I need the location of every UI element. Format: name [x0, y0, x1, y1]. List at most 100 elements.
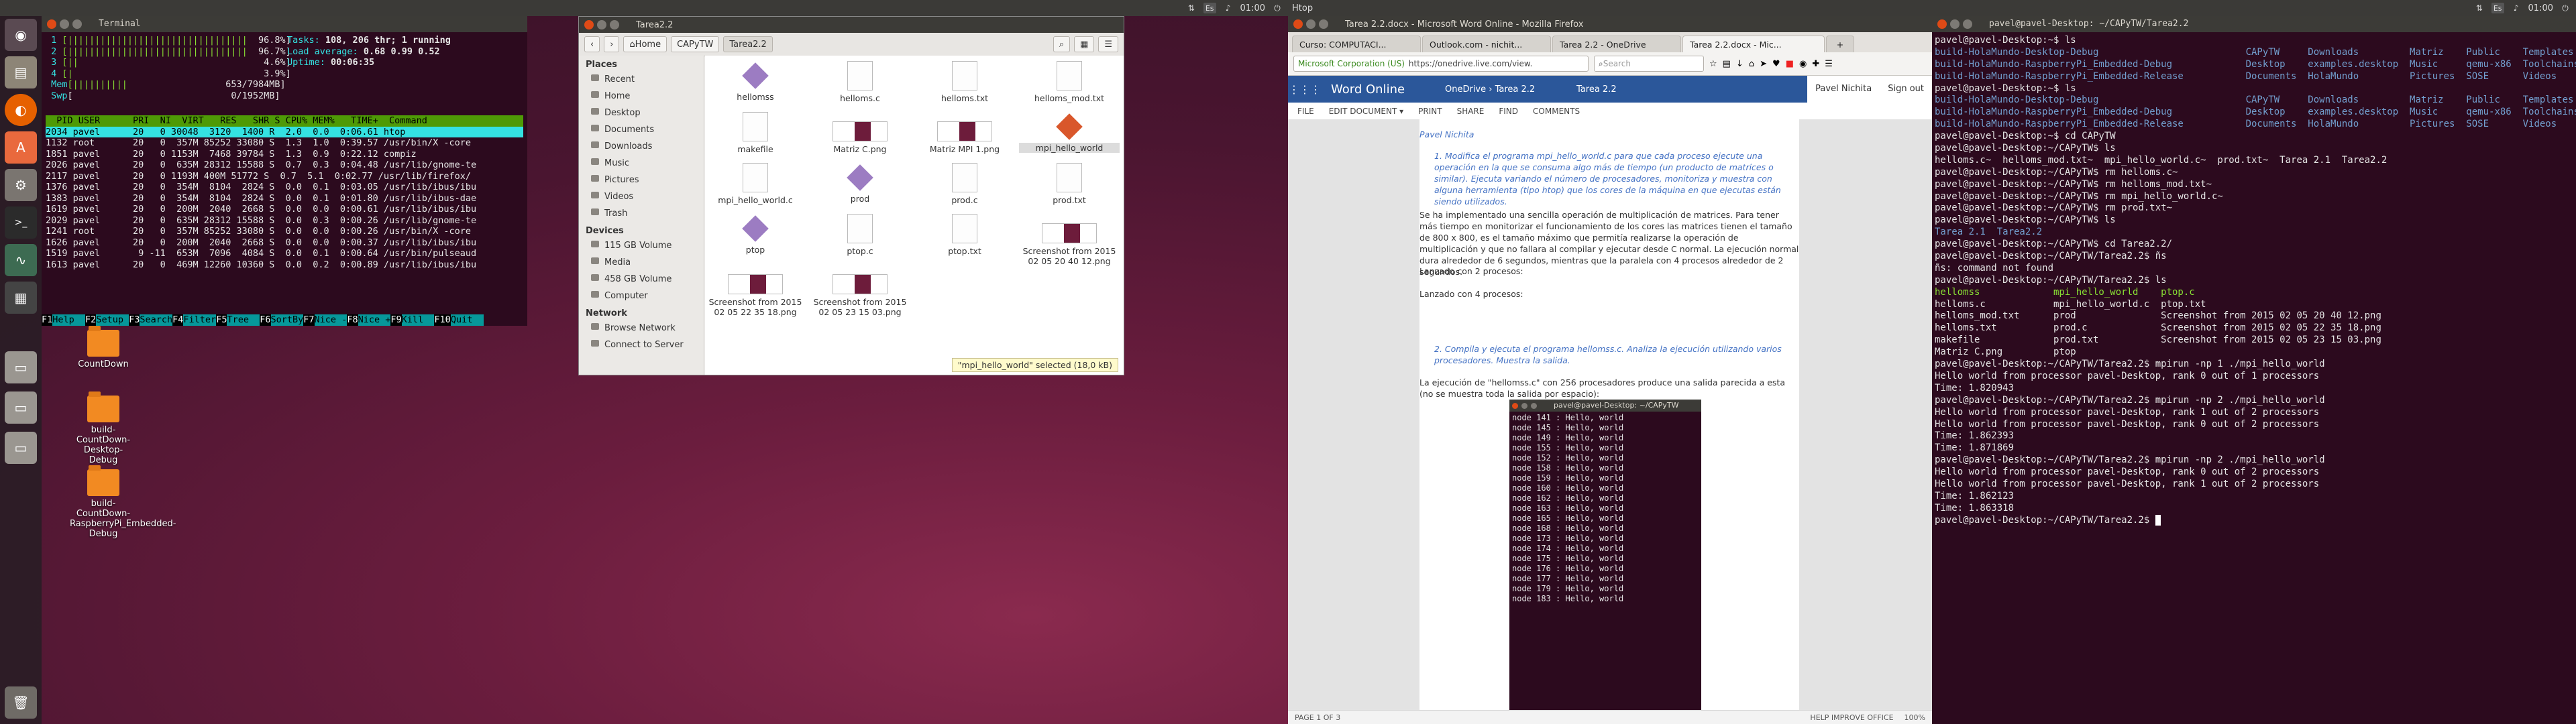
- sidebar-item[interactable]: Trash: [579, 205, 704, 222]
- close-icon[interactable]: [47, 19, 56, 29]
- keyboard-indicator[interactable]: Es: [2491, 3, 2504, 13]
- htop-window[interactable]: Terminal 1 [||||||||||||||||||||||||||||…: [42, 16, 527, 326]
- terminal-output[interactable]: pavel@pavel-Desktop:~$ ls build-HolaMundo…: [1932, 32, 2576, 530]
- sidebar-item[interactable]: Computer: [579, 288, 704, 304]
- url-bar[interactable]: Microsoft Corporation (US) https://onedr…: [1293, 56, 1589, 72]
- process-row[interactable]: 1626 pavel 20 0 200M 2040 2668 S 0.0 0.0…: [46, 237, 523, 249]
- tab-outlook[interactable]: Outlook.com - nichit...: [1422, 36, 1551, 52]
- close-icon[interactable]: [1937, 19, 1947, 29]
- file-item[interactable]: ptop: [705, 214, 806, 255]
- close-icon[interactable]: [584, 20, 594, 29]
- sidebar-item[interactable]: Downloads: [579, 138, 704, 155]
- files-icon[interactable]: ▤: [5, 56, 37, 88]
- trash-icon[interactable]: 🗑: [5, 686, 37, 719]
- firefox-window[interactable]: Tarea 2.2.docx - Microsoft Word Online -…: [1288, 16, 1932, 724]
- sidebar-item[interactable]: Recent: [579, 71, 704, 88]
- drive-icon[interactable]: ▭: [5, 351, 37, 383]
- fkey-f1[interactable]: F1: [42, 314, 53, 326]
- process-row[interactable]: 1519 pavel 9 -11 653M 7096 4084 S 0.0 0.…: [46, 248, 523, 259]
- ribbon-share[interactable]: SHARE: [1457, 107, 1485, 116]
- maximize-icon[interactable]: [72, 19, 82, 29]
- ribbon-find[interactable]: FIND: [1499, 107, 1518, 116]
- fkey-f5[interactable]: F5: [216, 314, 227, 326]
- fkey-f10[interactable]: F10: [434, 314, 451, 326]
- search-field[interactable]: ⌕ Search: [1594, 56, 1704, 72]
- sidebar-item[interactable]: 115 GB Volume: [579, 237, 704, 254]
- desktop-folder[interactable]: build-CountDown-RaspberryPi_Embedded-Deb…: [63, 465, 176, 539]
- file-item[interactable]: mpi_hello_world: [1019, 112, 1120, 153]
- sign-out-link[interactable]: Sign out: [1880, 76, 1932, 103]
- titlebar[interactable]: Tarea 2.2.docx - Microsoft Word Online -…: [1288, 16, 1932, 32]
- files-window[interactable]: Tarea2.2 ‹ › ⌂ Home CAPyTW Tarea2.2 ⌕ ▦ …: [578, 16, 1124, 375]
- ribbon-print[interactable]: PRINT: [1418, 107, 1442, 116]
- ubuntu-dash-icon[interactable]: ◉: [5, 19, 37, 51]
- keyboard-indicator[interactable]: Es: [1203, 3, 1216, 13]
- tab-curso[interactable]: Curso: COMPUTACI...: [1292, 36, 1421, 52]
- home-icon[interactable]: ⌂: [1749, 59, 1754, 69]
- close-icon[interactable]: [1293, 19, 1303, 29]
- power-icon[interactable]: ⏻: [1272, 3, 1283, 13]
- breadcrumb[interactable]: OneDrive › Tarea 2.2: [1421, 84, 1546, 95]
- minimize-icon[interactable]: [60, 19, 69, 29]
- file-item[interactable]: prod.c: [914, 163, 1015, 205]
- sidebar-item[interactable]: Pictures: [579, 172, 704, 188]
- reading-list-icon[interactable]: ▤: [1723, 59, 1731, 69]
- sidebar-item[interactable]: Connect to Server: [579, 337, 704, 353]
- drive-icon[interactable]: ▭: [5, 391, 37, 424]
- file-item[interactable]: Screenshot from 2015 02 05 20 40 12.png: [1019, 214, 1120, 266]
- pocket-icon[interactable]: ♥: [1772, 59, 1780, 69]
- forward-button[interactable]: ›: [604, 36, 620, 52]
- file-item[interactable]: prod.txt: [1019, 163, 1120, 205]
- minimize-icon[interactable]: [597, 20, 606, 29]
- chat-icon[interactable]: ◉: [1799, 59, 1807, 69]
- fkey-f3[interactable]: F3: [129, 314, 140, 326]
- software-center-icon[interactable]: A: [5, 131, 37, 164]
- file-item[interactable]: ptop.c: [810, 214, 910, 256]
- file-item[interactable]: ptop.txt: [914, 214, 1015, 256]
- process-row[interactable]: 1851 pavel 20 0 1153M 7468 39784 S 1.3 0…: [46, 149, 523, 160]
- sidebar-item[interactable]: 458 GB Volume: [579, 271, 704, 288]
- desktop-folder[interactable]: CountDown: [63, 326, 144, 369]
- doc-name[interactable]: Tarea 2.2: [1546, 84, 1807, 95]
- file-item[interactable]: hellomss: [705, 61, 806, 102]
- view-button[interactable]: ▦: [1074, 36, 1095, 52]
- maximize-icon[interactable]: [1319, 19, 1328, 29]
- app-name[interactable]: Word Online: [1322, 82, 1421, 97]
- file-item[interactable]: helloms.txt: [914, 61, 1015, 103]
- process-row[interactable]: 1613 pavel 20 0 469M 12260 10360 S 0.0 0…: [46, 259, 523, 271]
- maximize-icon[interactable]: [1963, 19, 1972, 29]
- help-improve-link[interactable]: HELP IMPROVE OFFICE: [1810, 713, 1893, 722]
- firefox-icon[interactable]: ◐: [5, 94, 37, 126]
- process-row[interactable]: 1376 pavel 20 0 354M 8104 2824 S 0.0 0.1…: [46, 182, 523, 193]
- minimize-icon[interactable]: [1306, 19, 1316, 29]
- process-row[interactable]: 1619 pavel 20 0 200M 2040 2668 S 0.0 0.0…: [46, 204, 523, 215]
- process-row[interactable]: 2026 pavel 20 0 635M 28312 15588 S 0.7 0…: [46, 160, 523, 171]
- file-item[interactable]: makefile: [705, 112, 806, 154]
- file-item[interactable]: mpi_hello_world.c: [705, 163, 806, 205]
- fkey-f4[interactable]: F4: [172, 314, 184, 326]
- ribbon-edit-document[interactable]: EDIT DOCUMENT ▾: [1329, 107, 1403, 116]
- sidebar-item[interactable]: Media: [579, 254, 704, 271]
- download-icon[interactable]: ↓: [1736, 59, 1743, 69]
- tab-onedrive[interactable]: Tarea 2.2 - OneDrive: [1552, 36, 1681, 52]
- fkey-f6[interactable]: F6: [260, 314, 271, 326]
- fkey-f9[interactable]: F9: [390, 314, 402, 326]
- desktop-folder[interactable]: build-CountDown-Desktop-Debug: [63, 391, 144, 465]
- titlebar[interactable]: pavel@pavel-Desktop: ~/CAPyTW/Tarea2.2: [1932, 16, 2576, 32]
- power-icon[interactable]: ⏻: [2560, 3, 2571, 13]
- sidebar-item[interactable]: Home: [579, 88, 704, 105]
- sidebar-item[interactable]: Desktop: [579, 105, 704, 121]
- file-item[interactable]: Screenshot from 2015 02 05 22 35 18.png: [705, 265, 806, 317]
- menu-icon[interactable]: ☰: [1825, 59, 1833, 69]
- volume-icon[interactable]: ♪: [2511, 3, 2522, 13]
- sidebar-item[interactable]: Videos: [579, 188, 704, 205]
- ribbon-comments[interactable]: COMMENTS: [1533, 107, 1580, 116]
- file-item[interactable]: helloms.c: [810, 61, 910, 103]
- process-row[interactable]: 1241 root 20 0 357M 85252 33080 S 0.0 0.…: [46, 226, 523, 237]
- fkey-f8[interactable]: F8: [347, 314, 358, 326]
- workspaces-icon[interactable]: ▦: [5, 282, 37, 314]
- file-item[interactable]: Screenshot from 2015 02 05 23 15 03.png: [810, 265, 910, 317]
- process-row[interactable]: 2029 pavel 20 0 635M 28312 15588 S 0.0 0…: [46, 215, 523, 227]
- breadcrumb-current[interactable]: Tarea2.2: [723, 36, 773, 52]
- sidebar-item[interactable]: Music: [579, 155, 704, 172]
